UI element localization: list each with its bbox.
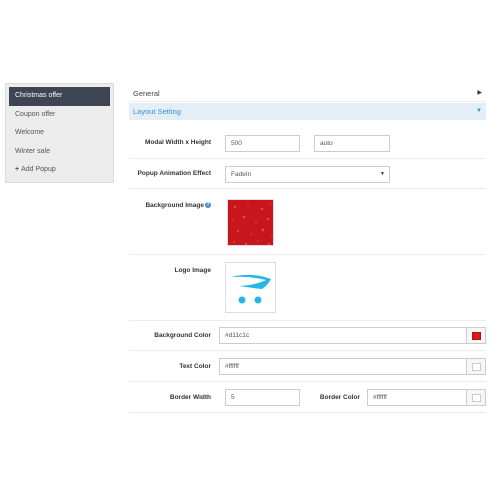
logo-image-label: Logo Image <box>174 267 211 274</box>
logo-image-preview[interactable] <box>225 262 276 313</box>
caret-right-icon: ▶ <box>477 90 482 96</box>
background-color-label: Background Color <box>154 332 211 339</box>
layout-setting-panel-title: Layout Setting <box>133 107 181 116</box>
sidebar-item-christmas-offer[interactable]: Christmas offer <box>9 87 110 106</box>
background-color-swatch <box>472 332 481 340</box>
sidebar-item-coupon-offer[interactable]: Coupon offer <box>9 106 110 125</box>
border-width-input[interactable]: 5 <box>225 389 300 406</box>
snowflake-pattern-icon <box>228 200 273 245</box>
caret-down-icon: ▼ <box>476 108 482 114</box>
help-icon[interactable]: ? <box>205 202 211 209</box>
sidebar-item-welcome[interactable]: Welcome <box>9 124 110 143</box>
general-panel-title: General <box>133 89 160 98</box>
row-divider <box>129 254 486 255</box>
background-color-picker[interactable] <box>466 327 486 344</box>
sidebar-item-label: Coupon offer <box>15 110 56 118</box>
row-divider <box>129 158 486 159</box>
background-image-preview[interactable] <box>227 199 274 246</box>
modal-width-input[interactable]: 500 <box>225 135 300 152</box>
add-popup-label: Add Popup <box>21 166 56 174</box>
row-divider <box>129 320 486 321</box>
border-width-label: Border Width <box>169 394 211 401</box>
sidebar-item-label: Welcome <box>15 129 45 137</box>
animation-effect-select[interactable]: FadeIn ▼ <box>225 166 390 183</box>
sidebar-item-winter-sale[interactable]: Winter sale <box>9 143 110 162</box>
background-image-label: Background Image? <box>129 202 211 209</box>
plus-icon: + <box>15 166 20 174</box>
background-color-input[interactable]: #d11c1c <box>219 327 467 344</box>
animation-effect-value: FadeIn <box>231 171 252 178</box>
text-color-picker[interactable] <box>466 358 486 375</box>
row-divider <box>129 188 486 189</box>
row-divider <box>129 412 486 413</box>
add-popup-button[interactable]: + Add Popup <box>9 161 110 180</box>
border-color-swatch <box>472 394 481 402</box>
border-color-label: Border Color <box>319 394 360 401</box>
text-color-swatch <box>472 363 481 371</box>
sidebar-item-label: Christmas offer <box>15 92 63 99</box>
layout-setting-panel-header[interactable]: Layout Setting ▼ <box>129 103 486 120</box>
modal-height-input[interactable]: auto <box>314 135 390 152</box>
general-panel-header[interactable]: General ▶ <box>129 85 486 102</box>
background-image-label-text: Background Image <box>145 202 204 209</box>
animation-effect-label: Popup Animation Effect <box>137 170 211 177</box>
modal-size-label: Modal Width x Height <box>144 139 211 146</box>
sidebar-item-label: Winter sale <box>15 147 51 155</box>
border-color-picker[interactable] <box>466 389 486 406</box>
popup-sidebar: Christmas offer Coupon offer Welcome Win… <box>5 83 114 183</box>
row-divider <box>129 350 486 351</box>
cart-logo-icon <box>231 274 271 304</box>
chevron-down-icon: ▼ <box>380 171 385 177</box>
text-color-label: Text Color <box>179 363 211 370</box>
border-color-input[interactable]: #ffffff <box>367 389 467 406</box>
row-divider <box>129 381 486 382</box>
text-color-input[interactable]: #ffffff <box>219 358 467 375</box>
